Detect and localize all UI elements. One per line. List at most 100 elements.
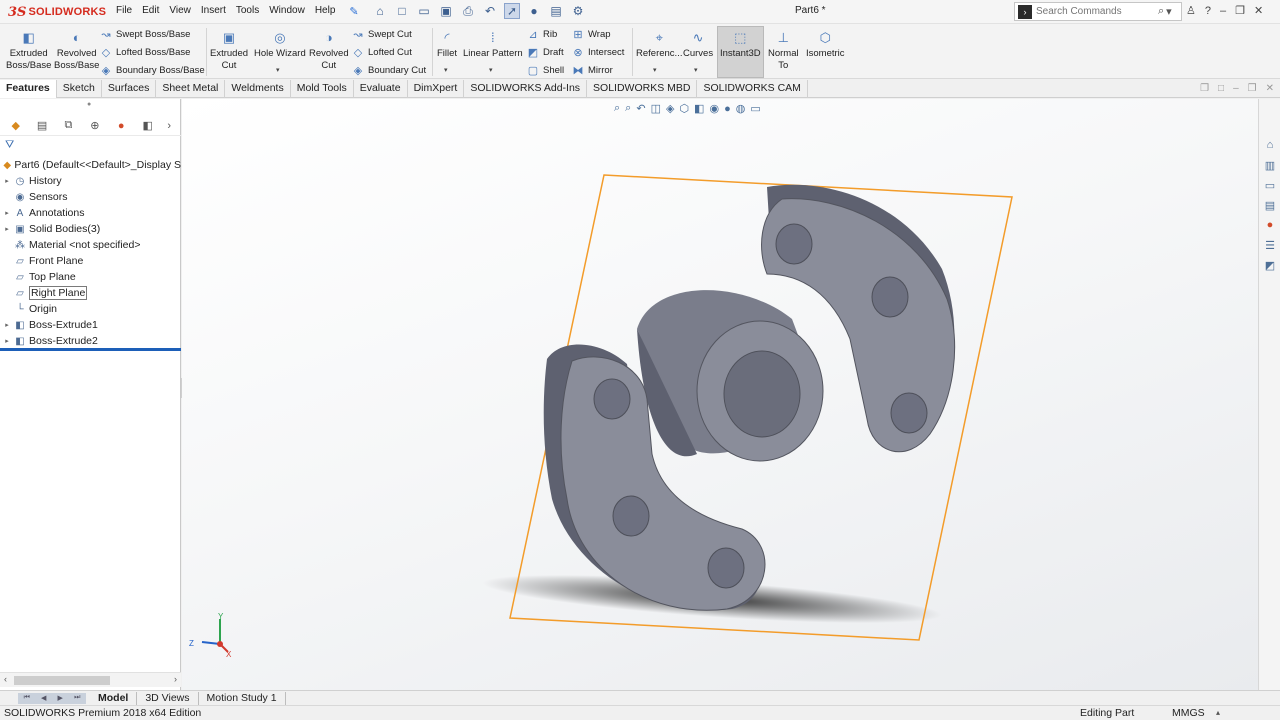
options-icon[interactable]: ⚙ (570, 3, 586, 19)
scroll-right-icon[interactable]: › (174, 674, 177, 684)
fillet-dropdown-icon[interactable]: ▾ (444, 66, 448, 74)
tile-icon[interactable]: ❐ (1200, 83, 1209, 94)
property-manager-tab-icon[interactable]: ▤ (32, 118, 51, 134)
tab-dimxpert[interactable]: DimXpert (408, 80, 465, 98)
new-document-icon[interactable]: □ (394, 3, 410, 19)
horizontal-scrollbar[interactable]: ‹ › (0, 672, 181, 687)
tab-sheet-metal[interactable]: Sheet Metal (156, 80, 226, 98)
tab-evaluate[interactable]: Evaluate (354, 80, 408, 98)
solidworks-logo[interactable]: 3S SOLIDWORKS (8, 3, 106, 21)
reference-geometry-button[interactable]: ⌖ Referenc... (636, 30, 682, 60)
save-icon[interactable]: ▣ (438, 3, 454, 19)
help-icon[interactable]: ? (1205, 5, 1211, 17)
graphics-area[interactable]: ⌕ ⌕ ↶ ◫ ◈ ⬡ ◧ ◉ ● ◍ ▭ Y Z X (182, 99, 1258, 690)
tab-navigation-arrows[interactable]: ⏮ ◀ ▶ ⏭ (18, 692, 86, 704)
lofted-boss-button[interactable]: ◇ Lofted Boss/Base (100, 46, 191, 59)
mirror-button[interactable]: ⧓ Mirror (572, 64, 613, 77)
instant3d-label-group[interactable]: ⬚ Instant3D (720, 30, 761, 60)
wrap-button[interactable]: ⊞ Wrap (572, 28, 610, 41)
tree-item-annotations[interactable]: ▸ A Annotations (0, 205, 181, 221)
appearances-icon[interactable]: ● (1262, 217, 1278, 233)
expand-arrow-icon[interactable]: ▸ (0, 225, 14, 233)
tab-solidworks-add-ins[interactable]: SOLIDWORKS Add-Ins (464, 80, 588, 98)
tree-item-origin[interactable]: └ Origin (0, 301, 181, 317)
menu-help[interactable]: Help (315, 5, 336, 18)
tree-item-material-not-specified[interactable]: ⁂ Material <not specified> (0, 237, 181, 253)
swept-cut-button[interactable]: ↝ Swept Cut (352, 28, 411, 41)
forum-icon[interactable]: ◩ (1262, 257, 1278, 273)
extruded-boss-button[interactable]: ◧ Extruded Boss/Base (6, 30, 51, 72)
search-input[interactable] (1036, 6, 1156, 17)
curves-dropdown-icon[interactable]: ▾ (694, 66, 698, 74)
search-icon[interactable]: ⌕ (1158, 5, 1164, 18)
menu-insert[interactable]: Insert (201, 5, 226, 18)
doc-close-icon[interactable]: ✕ (1266, 83, 1274, 94)
tree-item-boss-extrude1[interactable]: ▸ ◧ Boss-Extrude1 (0, 317, 181, 333)
tab-motion-study[interactable]: Motion Study 1 (199, 691, 286, 705)
solidworks-resources-icon[interactable]: ⌂ (1262, 137, 1278, 153)
first-tab-icon[interactable]: ⏮ (24, 694, 30, 702)
minimize-icon[interactable]: – (1220, 5, 1226, 17)
linear-pattern-button[interactable]: ⁞ Linear Pattern (463, 30, 523, 60)
filter-icon[interactable]: ⛛ (5, 139, 14, 152)
user-icon[interactable]: ♙ (1186, 4, 1196, 17)
file-explorer-icon[interactable]: ▭ (1262, 177, 1278, 193)
intersect-button[interactable]: ⊗ Intersect (572, 46, 624, 59)
menu-tools[interactable]: Tools (236, 5, 259, 18)
menu-edit[interactable]: Edit (142, 5, 159, 18)
configuration-manager-tab-icon[interactable]: ⧉ (59, 118, 78, 134)
panel-grip-icon[interactable]: ● (87, 101, 91, 108)
revolved-cut-button[interactable]: ◑ Revolved Cut (309, 30, 349, 72)
display-manager-tab-icon[interactable]: ● (112, 118, 131, 134)
hole-wizard-button[interactable]: ◎ Hole Wizard (254, 30, 306, 60)
tree-item-history[interactable]: ▸ ◷ History (0, 173, 181, 189)
tree-item-top-plane[interactable]: ▱ Top Plane (0, 269, 181, 285)
tree-item-boss-extrude2[interactable]: ▸ ◧ Boss-Extrude2 (0, 333, 181, 349)
reference-dropdown-icon[interactable]: ▾ (653, 66, 657, 74)
linear-pattern-dropdown-icon[interactable]: ▾ (489, 66, 493, 74)
print-icon[interactable]: ⎙ (460, 3, 476, 19)
doc-minimize-icon[interactable]: – (1233, 83, 1239, 94)
center-hub[interactable] (637, 290, 824, 462)
next-tab-icon[interactable]: ▶ (58, 694, 63, 702)
lofted-cut-button[interactable]: ◇ Lofted Cut (352, 46, 412, 59)
prev-tab-icon[interactable]: ◀ (41, 694, 46, 702)
status-units[interactable]: MMGS (1172, 707, 1205, 719)
design-library-icon[interactable]: ▥ (1262, 157, 1278, 173)
boundary-boss-button[interactable]: ◈ Boundary Boss/Base (100, 64, 205, 77)
feature-manager-tab-icon[interactable]: ◆ (6, 118, 25, 134)
doc-restore-icon[interactable]: ❐ (1248, 83, 1257, 94)
new-window-icon[interactable]: □ (1218, 83, 1224, 94)
tab-3d-views[interactable]: 3D Views (137, 691, 199, 705)
isometric-button[interactable]: ⬡ Isometric (806, 30, 845, 60)
tabs-scroll-right-icon[interactable]: › (164, 118, 174, 134)
last-tab-icon[interactable]: ⏭ (74, 694, 80, 702)
expand-arrow-icon[interactable]: ▸ (0, 177, 14, 185)
boundary-cut-button[interactable]: ◈ Boundary Cut (352, 64, 426, 77)
rib-button[interactable]: ⊿ Rib (527, 28, 557, 41)
menu-view[interactable]: View (169, 5, 191, 18)
tab-solidworks-cam[interactable]: SOLIDWORKS CAM (697, 80, 808, 98)
tree-item-front-plane[interactable]: ▱ Front Plane (0, 253, 181, 269)
file-properties-icon[interactable]: ▤ (548, 3, 564, 19)
select-icon[interactable]: ➚ (504, 3, 520, 19)
expand-arrow-icon[interactable]: ▸ (0, 209, 14, 217)
scroll-left-icon[interactable]: ‹ (4, 674, 7, 684)
tree-item-right-plane[interactable]: ▱ Right Plane (0, 285, 181, 301)
home-icon[interactable]: ⌂ (372, 3, 388, 19)
swept-boss-button[interactable]: ↝ Swept Boss/Base (100, 28, 190, 41)
chevron-down-icon[interactable]: ▾ (1166, 5, 1172, 18)
extruded-cut-button[interactable]: ▣ Extruded Cut (210, 30, 248, 72)
fillet-button[interactable]: ◜ Fillet (437, 30, 457, 60)
draft-button[interactable]: ◩ Draft (527, 46, 564, 59)
tree-item-solid-bodies-3[interactable]: ▸ ▣ Solid Bodies(3) (0, 221, 181, 237)
traffic-light-icon[interactable]: ● (526, 3, 542, 19)
tab-weldments[interactable]: Weldments (225, 80, 291, 98)
rollback-bar[interactable] (0, 348, 181, 351)
tab-solidworks-mbd[interactable]: SOLIDWORKS MBD (587, 80, 698, 98)
cam-manager-tab-icon[interactable]: ◧ (138, 118, 157, 134)
menu-window[interactable]: Window (269, 5, 305, 18)
normal-to-button[interactable]: ⊥ Normal To (768, 30, 799, 72)
scroll-thumb[interactable] (14, 676, 110, 685)
tab-mold-tools[interactable]: Mold Tools (291, 80, 354, 98)
